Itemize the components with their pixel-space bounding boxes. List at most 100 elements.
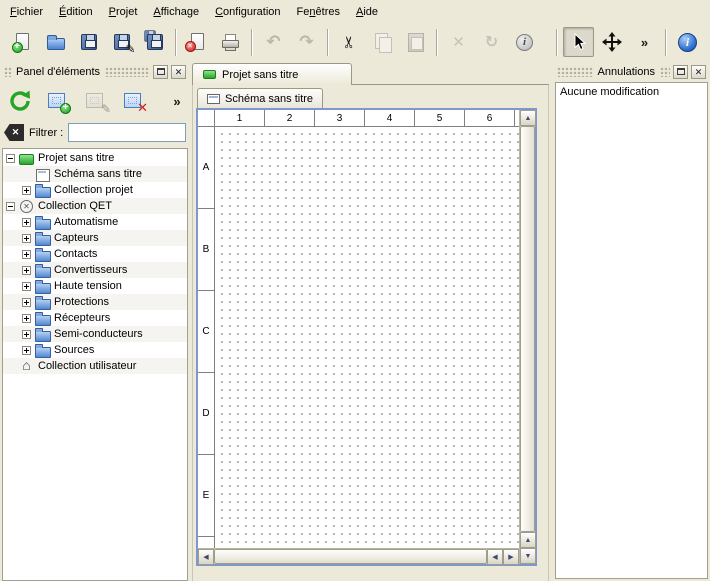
tree-item-capteurs[interactable]: Capteurs (3, 230, 187, 246)
tree-item-sources[interactable]: Sources (3, 342, 187, 358)
tree-item-recepteurs[interactable]: Récepteurs (3, 310, 187, 326)
menu-edition[interactable]: Édition (51, 0, 101, 22)
close-dock-button[interactable] (171, 65, 186, 79)
diagram-view: 1 2 3 4 5 6 A B C (198, 110, 519, 564)
tree-item-collection-qet[interactable]: Collection QET (3, 198, 187, 214)
cut-button[interactable] (334, 27, 365, 57)
element-info-button[interactable] (509, 27, 540, 57)
about-qet-button[interactable] (672, 27, 703, 57)
menu-fenetres[interactable]: Fenêtres (289, 0, 348, 22)
scroll-right-button[interactable] (503, 549, 519, 565)
filter-input[interactable] (68, 123, 186, 142)
collapse-icon[interactable] (6, 202, 15, 211)
scroll-left-button[interactable] (198, 549, 214, 565)
scroll-left-button[interactable] (487, 549, 503, 565)
menu-affichage[interactable]: Affichage (145, 0, 207, 22)
undo-panel-titlebar[interactable]: Annulations (555, 63, 708, 80)
float-dock-button[interactable] (673, 65, 688, 79)
tree-item-semi-conducteurs[interactable]: Semi-conducteurs (3, 326, 187, 342)
tree-item-collection-utilisateur[interactable]: Collection utilisateur (3, 358, 187, 374)
float-dock-button[interactable] (153, 65, 168, 79)
tree-item-automatisme[interactable]: Automatisme (3, 214, 187, 230)
toolbar-overflow-button[interactable]: » (629, 27, 660, 57)
expand-icon[interactable] (22, 282, 31, 291)
expand-icon[interactable] (22, 266, 31, 275)
new-document-button[interactable] (7, 27, 38, 57)
menu-projet[interactable]: Projet (101, 0, 146, 22)
menu-fichier[interactable]: Fichier (2, 0, 51, 22)
rotate-icon (481, 31, 503, 53)
undo-empty-message: Aucune modification (560, 86, 659, 98)
copy-button[interactable] (367, 27, 398, 57)
scroll-up-button[interactable] (520, 110, 536, 126)
column-header-cell: 1 (215, 110, 265, 127)
diagram-tab-label: Schéma sans titre (225, 93, 313, 105)
tree-item-convertisseurs[interactable]: Convertisseurs (3, 262, 187, 278)
save-button[interactable] (73, 27, 104, 57)
paste-button[interactable] (400, 27, 431, 57)
tree-item-label: Collection QET (38, 200, 112, 212)
pan-tool-button[interactable] (596, 27, 627, 57)
expand-icon[interactable] (22, 346, 31, 355)
dock-drag-handle[interactable] (105, 66, 150, 77)
tree-item-projet-sans-titre[interactable]: Projet sans titre (3, 150, 187, 166)
delete-button[interactable] (443, 27, 474, 57)
expand-icon[interactable] (22, 330, 31, 339)
print-button[interactable] (215, 27, 246, 57)
vertical-scroll-thumb[interactable] (520, 126, 535, 532)
vertical-scroll-track[interactable] (520, 126, 535, 532)
expand-icon[interactable] (22, 186, 31, 195)
horizontal-scroll-thumb[interactable] (214, 549, 487, 564)
expand-icon[interactable] (22, 218, 31, 227)
tree-item-contacts[interactable]: Contacts (3, 246, 187, 262)
expand-icon[interactable] (22, 314, 31, 323)
expand-icon[interactable] (22, 234, 31, 243)
menu-aide[interactable]: Aide (348, 0, 386, 22)
column-header-cell: 5 (415, 110, 465, 127)
diagram-tab-bar: Schéma sans titre (196, 87, 545, 108)
open-folder-icon (45, 31, 67, 53)
close-file-button[interactable] (182, 27, 213, 57)
tree-item-protections[interactable]: Protections (3, 294, 187, 310)
undo-panel-title: Annulations (596, 66, 658, 78)
toolbar-separator (251, 29, 253, 56)
tree-item-haute-tension[interactable]: Haute tension (3, 278, 187, 294)
save-all-button[interactable] (139, 27, 170, 57)
selection-tool-button[interactable] (563, 27, 594, 57)
delete-icon (448, 31, 470, 53)
edit-element-icon (84, 89, 108, 113)
redo-button[interactable] (291, 27, 322, 57)
dock-drag-handle[interactable] (4, 66, 11, 77)
dock-drag-handle[interactable] (557, 66, 593, 77)
edit-element-button[interactable] (80, 85, 112, 117)
tree-item-collection-projet[interactable]: Collection projet (3, 182, 187, 198)
elements-panel-title: Panel d'éléments (14, 66, 102, 78)
folder-icon (35, 328, 50, 341)
tab-projet-sans-titre[interactable]: Projet sans titre (192, 63, 352, 85)
close-dock-button[interactable] (691, 65, 706, 79)
undo-history-list[interactable]: Aucune modification (555, 82, 708, 579)
diagram-canvas[interactable] (215, 127, 519, 548)
panel-toolbar-overflow-button[interactable]: » (168, 89, 186, 113)
tree-item-schema-sans-titre[interactable]: Schéma sans titre (3, 166, 187, 182)
save-as-button[interactable] (106, 27, 137, 57)
undo-button[interactable] (258, 27, 289, 57)
menu-configuration[interactable]: Configuration (207, 0, 288, 22)
new-element-button[interactable] (42, 85, 74, 117)
delete-element-button[interactable] (118, 85, 150, 117)
tab-schema-sans-titre[interactable]: Schéma sans titre (197, 88, 323, 108)
collapse-icon[interactable] (6, 154, 15, 163)
printer-icon (220, 31, 242, 53)
horizontal-scroll-track[interactable] (214, 549, 487, 564)
expand-icon[interactable] (22, 250, 31, 259)
elements-panel-titlebar[interactable]: Panel d'éléments (2, 63, 188, 80)
scroll-up-button[interactable] (520, 532, 536, 548)
expand-icon[interactable] (22, 298, 31, 307)
scroll-down-button[interactable] (520, 548, 536, 564)
rotate-button[interactable] (476, 27, 507, 57)
dock-drag-handle[interactable] (660, 66, 670, 77)
row-header-cell: C (198, 291, 215, 373)
reload-collections-button[interactable] (4, 85, 36, 117)
clear-filter-button[interactable] (4, 124, 24, 141)
open-file-button[interactable] (40, 27, 71, 57)
